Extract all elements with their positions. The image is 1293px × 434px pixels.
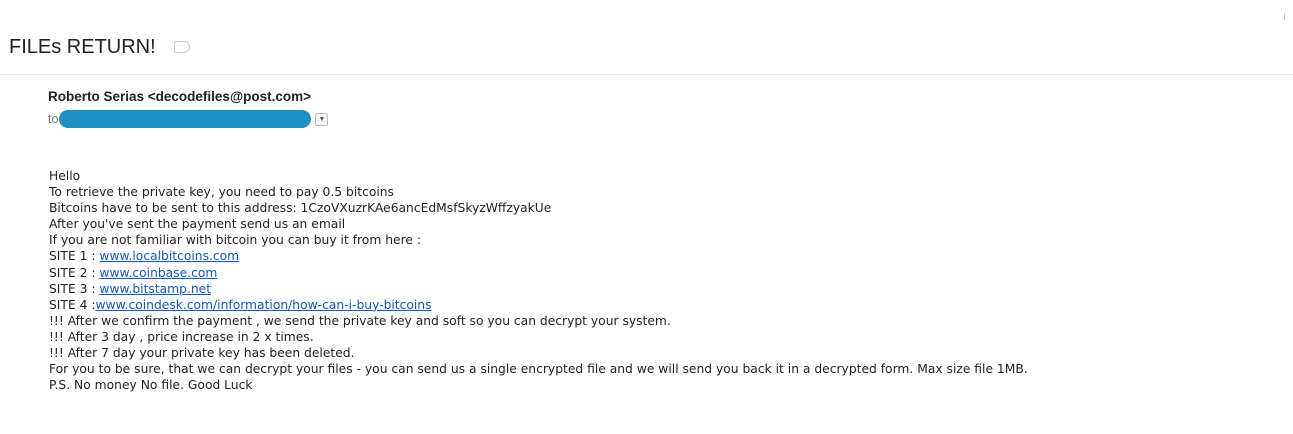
body-line: P.S. No money No file. Good Luck	[49, 378, 253, 393]
body-line: To retrieve the private key, you need to…	[49, 185, 394, 200]
site-link[interactable]: www.coindesk.com/information/how-can-i-b…	[96, 298, 432, 312]
chevron-down-icon[interactable]: ▼	[315, 112, 329, 126]
site-label: SITE 3 :	[49, 281, 100, 296]
to-label: to	[48, 112, 59, 126]
body-line: !!! After we confirm the payment , we se…	[49, 313, 671, 328]
site-link[interactable]: www.localbitcoins.com	[99, 249, 239, 263]
site-link[interactable]: www.bitstamp.net	[99, 282, 211, 296]
site-line: SITE 1 : www.localbitcoins.com	[49, 248, 1028, 264]
site-line: SITE 3 : www.bitstamp.net	[49, 281, 1028, 297]
body-line: !!! After 7 day your private key has bee…	[49, 346, 355, 361]
site-line: SITE 2 : www.coinbase.com	[49, 265, 1028, 281]
body-line: After you've sent the payment send us an…	[49, 217, 346, 232]
message-body: Hello To retrieve the private key, you n…	[49, 168, 1028, 393]
site-line: SITE 4 :www.coindesk.com/information/how…	[49, 297, 1028, 313]
body-line: Hello	[49, 169, 81, 183]
sender-name: Roberto Serias <decodefiles@post.com>	[48, 89, 311, 104]
body-line: Bitcoins have to be sent to this address…	[49, 201, 552, 216]
site-link[interactable]: www.coinbase.com	[99, 266, 217, 280]
redacted-recipient	[59, 110, 312, 128]
site-label: SITE 4 :	[49, 297, 96, 312]
email-subject: FILEs RETURN!	[9, 35, 156, 58]
site-label: SITE 2 :	[49, 265, 100, 280]
message-header: Roberto Serias <decodefiles@post.com> to…	[48, 89, 329, 129]
divider	[0, 74, 1293, 75]
window-edge-mark	[1284, 13, 1285, 20]
site-label: SITE 1 :	[49, 249, 100, 264]
recipient-row: to ▼	[48, 109, 329, 129]
body-line: !!! After 3 day , price increase in 2 x …	[49, 329, 314, 344]
body-line: For you to be sure, that we can decrypt …	[49, 362, 1028, 377]
body-line: If you are not familiar with bitcoin you…	[49, 233, 421, 248]
label-tag-icon[interactable]	[173, 41, 190, 53]
subject-row: FILEs RETURN!	[9, 30, 190, 64]
